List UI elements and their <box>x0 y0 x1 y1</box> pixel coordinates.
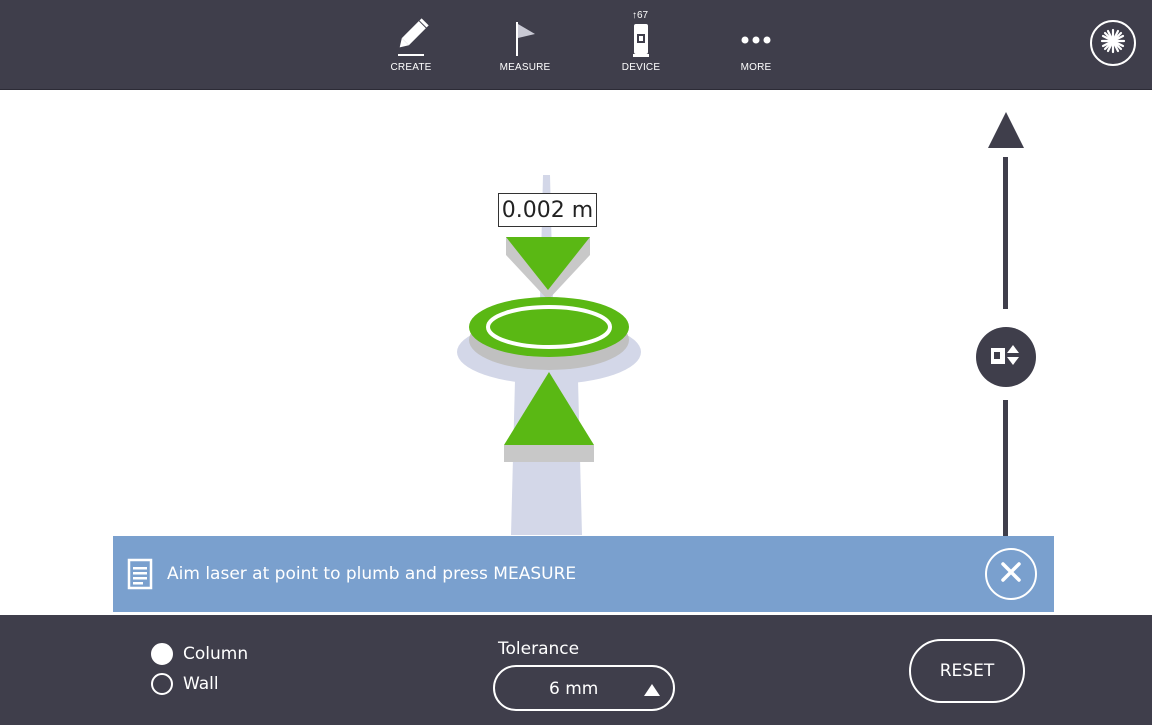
vertical-scale <box>988 112 1024 540</box>
more-dots-icon <box>721 14 791 62</box>
measurement-readout: 0.002 m <box>498 193 597 227</box>
caret-up-icon <box>643 682 661 702</box>
device-up-down-icon <box>989 342 1023 373</box>
bottom-controls: Column Wall Tolerance 6 mm RESET <box>0 615 1152 725</box>
device-label: DEVICE <box>621 62 661 73</box>
radio-column-label: Column <box>183 644 249 664</box>
upper-arrow-marker <box>506 237 590 300</box>
device-nudge-button[interactable] <box>976 327 1036 387</box>
create-label: CREATE <box>390 62 432 73</box>
tolerance-value: 6 mm <box>549 679 599 699</box>
measure-label: MEASURE <box>499 62 551 73</box>
document-icon <box>127 558 153 595</box>
tolerance-select[interactable]: 6 mm <box>493 665 675 711</box>
radio-wall-indicator <box>151 673 173 695</box>
device-button[interactable]: ↑67 DEVICE <box>606 10 676 76</box>
radio-column[interactable]: Column <box>151 643 248 665</box>
laser-starburst-icon <box>1100 28 1126 59</box>
close-icon <box>1000 561 1022 588</box>
more-button[interactable]: MORE <box>721 14 791 80</box>
measure-button[interactable]: MEASURE <box>490 14 560 80</box>
laser-button[interactable] <box>1090 20 1136 66</box>
instruction-banner: Aim laser at point to plumb and press ME… <box>113 536 1054 612</box>
radio-wall[interactable]: Wall <box>151 673 219 695</box>
reset-button[interactable]: RESET <box>909 639 1025 703</box>
pencil-icon <box>376 14 446 62</box>
radio-column-indicator <box>151 643 173 665</box>
target-disk <box>469 297 629 370</box>
top-toolbar: CREATE MEASURE ↑67 DEVICE MORE <box>0 0 1152 90</box>
close-banner-button[interactable] <box>985 548 1037 600</box>
create-button[interactable]: CREATE <box>376 14 446 80</box>
tolerance-label: Tolerance <box>498 639 580 659</box>
total-station-icon: ↑67 <box>606 10 676 62</box>
instruction-text: Aim laser at point to plumb and press ME… <box>167 564 577 584</box>
radio-wall-label: Wall <box>183 674 219 694</box>
flag-icon <box>490 14 560 62</box>
more-label: MORE <box>740 62 772 73</box>
